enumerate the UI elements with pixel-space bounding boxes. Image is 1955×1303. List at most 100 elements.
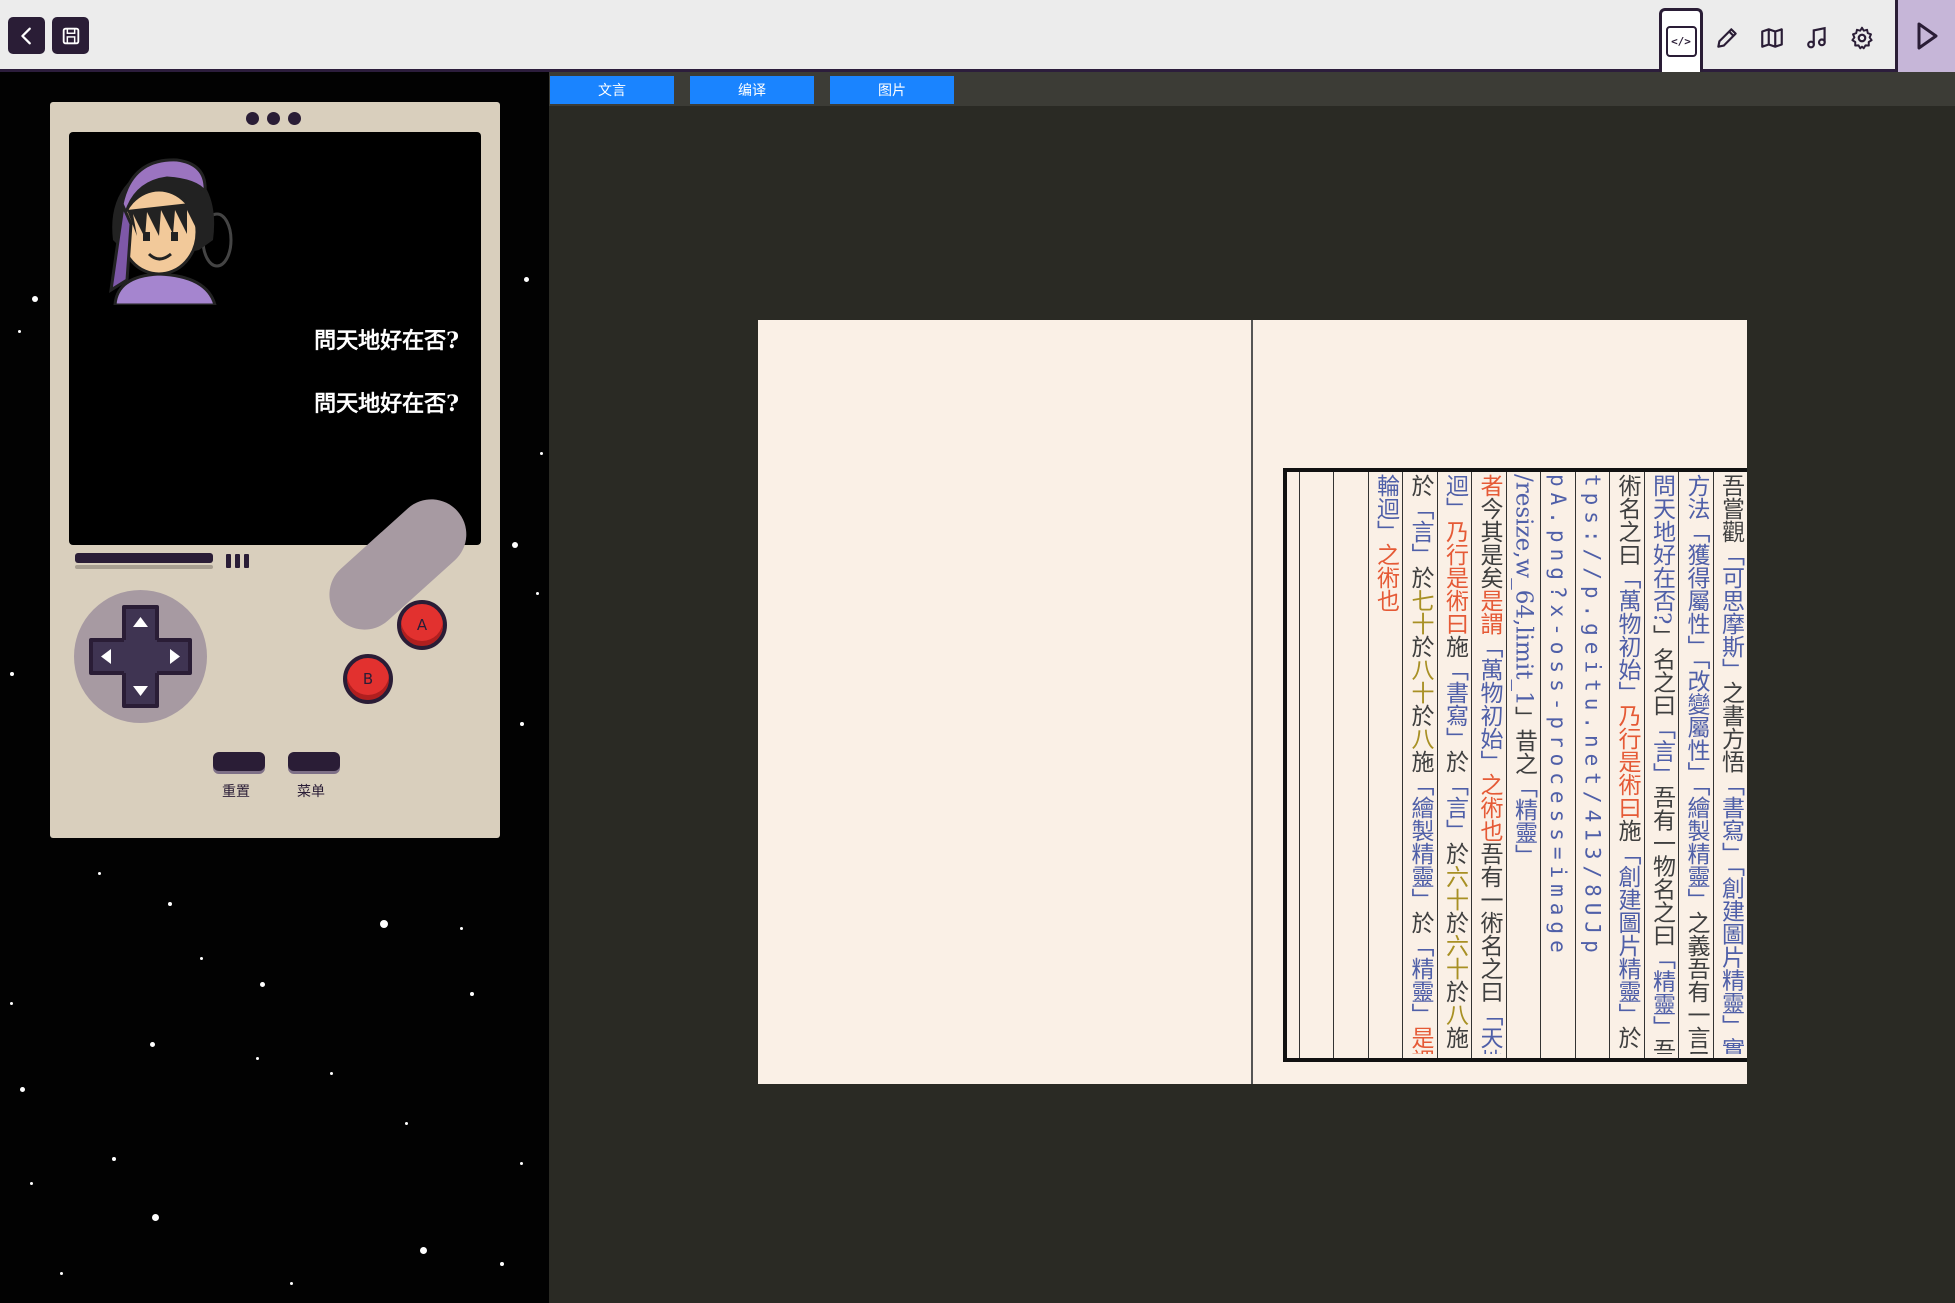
code-token: 施 bbox=[1441, 635, 1468, 658]
code-token: 施 bbox=[1614, 819, 1640, 842]
run-button[interactable] bbox=[1895, 0, 1955, 72]
music-tool-button[interactable] bbox=[1801, 22, 1833, 54]
book-fold bbox=[1251, 320, 1253, 1084]
code-token: 術名之曰 bbox=[1614, 474, 1640, 566]
code-line: 問天地好在否?」名之曰「言」吾有一物名之曰「精靈」吾有 bbox=[1645, 474, 1678, 1054]
settings-tool-button[interactable] bbox=[1846, 22, 1878, 54]
pencil-icon bbox=[1717, 28, 1737, 48]
code-token: 施 bbox=[1407, 750, 1433, 773]
code-line: 輪迴」之術也 bbox=[1369, 474, 1402, 1054]
code-token: 吾有 bbox=[1649, 1038, 1675, 1054]
menu-label: 菜单 bbox=[297, 784, 325, 800]
code-token: 方法 bbox=[1683, 474, 1709, 520]
save-button[interactable] bbox=[52, 17, 89, 54]
map-tool-button[interactable] bbox=[1756, 22, 1788, 54]
code-token: tps://p.geitu.net/413/8UJp bbox=[1580, 474, 1605, 959]
code-token: 「天地輪 bbox=[1476, 1003, 1502, 1054]
code-token: 之術也 bbox=[1476, 773, 1502, 842]
code-token: 於 bbox=[1407, 911, 1433, 934]
code-token: 者 bbox=[1476, 474, 1502, 497]
code-token: 「精靈」 bbox=[1510, 774, 1537, 867]
menu-button[interactable] bbox=[288, 752, 340, 771]
code-token: 迴」 bbox=[1441, 474, 1468, 520]
code-token: pA.png?x-oss-process=image bbox=[1546, 474, 1570, 959]
code-token: 「言」 bbox=[1407, 497, 1433, 566]
code-token: 實行 bbox=[1718, 1038, 1744, 1055]
code-token: 「創建圖片精靈」 bbox=[1614, 842, 1640, 1026]
code-token: 「可思摩斯」 bbox=[1717, 543, 1744, 681]
code-token: 「繪製精靈」 bbox=[1683, 784, 1709, 912]
back-button[interactable] bbox=[8, 17, 45, 54]
game-screen[interactable]: 問天地好在否? 問天地好在否? bbox=[69, 132, 481, 545]
code-token: 今其是矣 bbox=[1476, 497, 1502, 589]
code-token: 「ht bbox=[1614, 1049, 1640, 1054]
game-console: 問天地好在否? 問天地好在否? A B 重置 菜单 bbox=[50, 102, 500, 838]
reset-label: 重置 bbox=[222, 784, 250, 800]
code-column: 輪迴」之術也 bbox=[1367, 472, 1402, 1058]
code-token: 「書寫」 bbox=[1717, 773, 1744, 865]
code-column: 方法「獲得屬性」「改變屬性」「繪製精靈」之義吾有一言曰「 bbox=[1678, 472, 1712, 1058]
character-portrait-icon bbox=[109, 158, 233, 305]
code-token: 施 bbox=[1441, 1026, 1468, 1049]
code-token: 之義吾有一言曰 bbox=[1683, 911, 1709, 1054]
code-line: 於「言」於七十於八十於八施「繪製精靈」於「精靈」是謂「天地 bbox=[1403, 474, 1436, 1054]
code-column: tps://p.geitu.net/413/8UJp bbox=[1574, 472, 1609, 1058]
game-preview-panel: 問天地好在否? 問天地好在否? A B 重置 菜单 bbox=[0, 72, 549, 1303]
code-token: 八十 bbox=[1407, 658, 1433, 704]
code-line: /resize,w_64,limit_1」昔之「精靈」 bbox=[1507, 474, 1540, 1054]
vertical-code-block[interactable]: 吾嘗觀「可思摩斯」之書方悟「書寫」「創建圖片精靈」實行方法「獲得屬性」「改變屬性… bbox=[1283, 468, 1747, 1062]
code-token: 六十 bbox=[1441, 934, 1468, 980]
code-token: 於 bbox=[1407, 474, 1433, 497]
console-bar bbox=[75, 553, 213, 563]
tab-strip: 文言 编译 图片 bbox=[549, 72, 1955, 106]
code-token: 「言」 bbox=[1648, 716, 1675, 786]
code-token: 於 bbox=[1441, 911, 1468, 934]
code-line: 吾嘗觀「可思摩斯」之書方悟「書寫」「創建圖片精靈」實行 bbox=[1714, 474, 1747, 1054]
console-volume-indicator bbox=[226, 554, 249, 568]
code-column: 問天地好在否?」名之曰「言」吾有一物名之曰「精靈」吾有 bbox=[1643, 472, 1678, 1058]
code-token: 問天地好在否? bbox=[1648, 474, 1675, 625]
code-token: 「言」 bbox=[1441, 773, 1468, 842]
code-icon: </> bbox=[1665, 26, 1697, 57]
code-token: 昔之 bbox=[1510, 728, 1537, 775]
code-token: 於 bbox=[1407, 635, 1433, 658]
tab-wenyan[interactable]: 文言 bbox=[550, 76, 674, 104]
code-column bbox=[1333, 472, 1367, 1058]
code-token: 是謂 bbox=[1407, 1026, 1433, 1054]
code-token: 八 bbox=[1407, 727, 1433, 750]
code-token: 於 bbox=[1441, 980, 1468, 1003]
code-token: 乃行是術曰 bbox=[1441, 520, 1468, 635]
code-token: 八 bbox=[1441, 1003, 1468, 1026]
top-toolbar: </> bbox=[0, 0, 1955, 72]
edit-tool-button[interactable] bbox=[1711, 22, 1743, 54]
code-line: 迴」乃行是術曰施「書寫」於「言」於六十於六十於八施「書寫」 bbox=[1438, 474, 1471, 1054]
code-token: 「書寫」 bbox=[1442, 1049, 1468, 1054]
code-token: 「改變屬性」 bbox=[1683, 658, 1709, 785]
code-tab-button[interactable]: </> bbox=[1659, 8, 1703, 72]
code-line: pA.png?x-oss-process=image bbox=[1541, 474, 1574, 1054]
play-icon bbox=[1917, 22, 1937, 50]
code-token: 「精靈」 bbox=[1407, 934, 1433, 1026]
dialog-line-2: 問天地好在否? bbox=[314, 391, 459, 417]
code-line: 術名之曰「萬物初始」乃行是術曰施「創建圖片精靈」於「ht bbox=[1610, 474, 1643, 1054]
code-token: 「萬物初始」 bbox=[1476, 635, 1502, 773]
dialog-line-1: 問天地好在否? bbox=[314, 328, 459, 354]
chevron-left-icon bbox=[20, 27, 31, 44]
code-token: 」名之曰 bbox=[1648, 624, 1675, 717]
b-button[interactable]: B bbox=[343, 654, 393, 704]
code-column: 迴」乃行是術曰施「書寫」於「言」於六十於六十於八施「書寫」 bbox=[1436, 472, 1471, 1058]
gear-icon bbox=[1851, 26, 1873, 50]
reset-button[interactable] bbox=[213, 752, 265, 771]
a-button[interactable]: A bbox=[397, 600, 447, 650]
book-page-view[interactable]: 吾嘗觀「可思摩斯」之書方悟「書寫」「創建圖片精靈」實行方法「獲得屬性」「改變屬性… bbox=[758, 320, 1747, 1084]
dpad-icon[interactable] bbox=[86, 602, 195, 711]
code-token: 於 bbox=[1407, 566, 1433, 589]
tab-compile[interactable]: 编译 bbox=[690, 76, 814, 104]
tab-image[interactable]: 图片 bbox=[830, 76, 954, 104]
code-line: tps://p.geitu.net/413/8UJp bbox=[1576, 474, 1609, 1054]
code-token: 吾嘗觀 bbox=[1717, 474, 1744, 543]
code-token: 於 bbox=[1441, 750, 1468, 773]
code-line: 方法「獲得屬性」「改變屬性」「繪製精靈」之義吾有一言曰「 bbox=[1679, 474, 1712, 1054]
console-speaker-dots bbox=[246, 112, 301, 125]
